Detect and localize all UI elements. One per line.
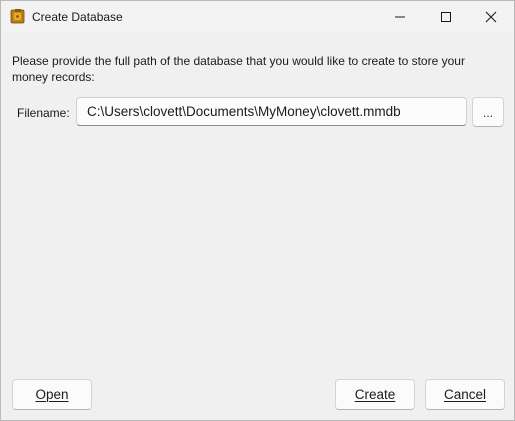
open-button-label: Open — [35, 387, 69, 402]
open-button[interactable]: Open — [12, 379, 92, 410]
create-button[interactable]: Create — [335, 379, 415, 410]
minimize-button[interactable] — [377, 1, 423, 32]
filename-input[interactable] — [76, 97, 467, 126]
close-button[interactable] — [468, 1, 514, 32]
maximize-button[interactable] — [423, 1, 469, 32]
title-bar[interactable]: Create Database — [1, 1, 514, 32]
money-box-icon — [10, 9, 25, 24]
cancel-button[interactable]: Cancel — [425, 379, 505, 410]
close-icon — [485, 11, 497, 22]
create-button-label: Create — [354, 387, 396, 402]
window-title: Create Database — [32, 10, 123, 24]
filename-label: Filename: — [17, 106, 70, 120]
browse-button[interactable]: ... — [472, 97, 504, 127]
cancel-button-label: Cancel — [443, 387, 487, 402]
maximize-icon — [441, 11, 451, 22]
minimize-icon — [395, 16, 405, 17]
create-database-dialog: Create Database Please provide the full … — [0, 0, 515, 421]
instructions-text: Please provide the full path of the data… — [12, 54, 465, 84]
